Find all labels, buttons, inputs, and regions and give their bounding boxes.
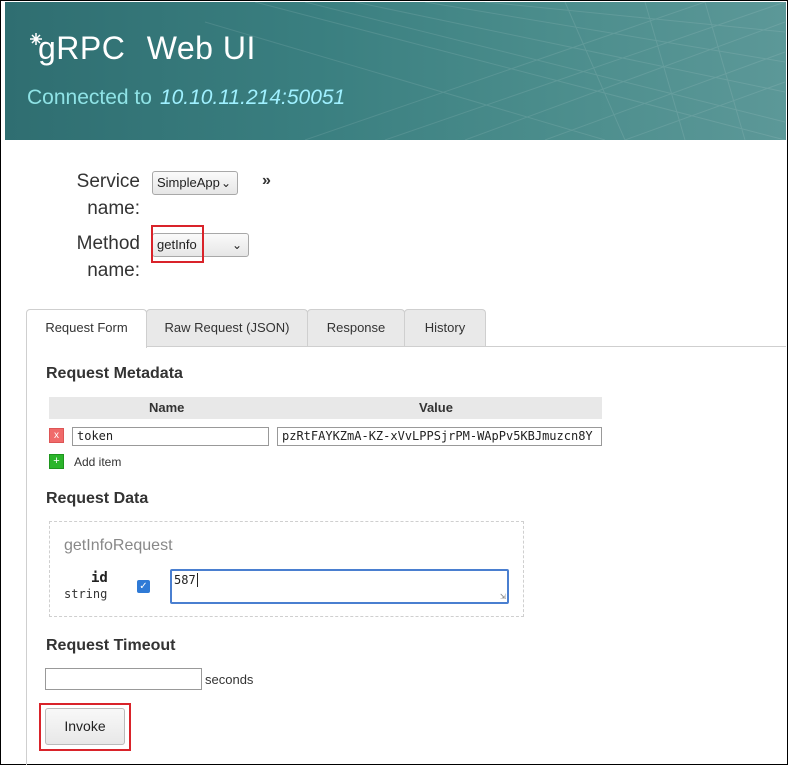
field-include-checkbox[interactable]: ✓ [137, 580, 150, 593]
app-title: gRPC Web UI [38, 30, 256, 67]
service-selected-value: SimpleApp [157, 175, 220, 190]
field-type: string [64, 587, 108, 601]
service-label-line1: Service [76, 171, 140, 192]
tab-response[interactable]: Response [307, 309, 405, 347]
field-name: id [91, 570, 108, 586]
metadata-col-name: Name [149, 400, 185, 415]
request-data-title: Request Data [46, 490, 149, 507]
id-value-text: 587 [174, 573, 196, 587]
header-mesh-pattern [204, 2, 786, 140]
message-name: getInfoRequest [64, 537, 173, 554]
app-header: gRPC Web UI Connected to 10.10.11.214:500… [5, 2, 786, 140]
method-label-line1: Method [76, 233, 140, 254]
delete-row-button[interactable]: x [49, 428, 64, 443]
chevron-down-icon: ⌄ [220, 176, 231, 190]
id-value-textarea[interactable]: 587 ⇲ [170, 569, 509, 604]
tab-raw-request[interactable]: Raw Request (JSON) [146, 309, 308, 347]
connected-label: Connected to [27, 86, 152, 109]
timeout-unit: seconds [205, 672, 254, 687]
add-item-label[interactable]: Add item [74, 455, 121, 469]
text-caret [196, 573, 198, 587]
metadata-col-value: Value [419, 400, 453, 415]
app-title-prefix: gRPC [38, 30, 126, 66]
metadata-table-header: Name Value [49, 397, 602, 419]
tab-divider [146, 346, 786, 347]
metadata-value-text: pzRtFAYKZmA-KZ-xVvLPPSjrPM-WApPv5KBJmuzc… [282, 429, 593, 443]
tab-request-form[interactable]: Request Form [26, 309, 147, 348]
metadata-title: Request Metadata [46, 365, 183, 382]
resize-grip-icon[interactable]: ⇲ [500, 591, 506, 602]
metadata-value-input[interactable]: pzRtFAYKZmA-KZ-xVvLPPSjrPM-WApPv5KBJmuzc… [277, 427, 602, 446]
service-label-line2: name: [87, 198, 140, 219]
connection-status: Connected to 10.10.11.214:50051 [27, 86, 345, 110]
method-highlight-box [151, 225, 204, 263]
service-label: Service name: [70, 168, 140, 222]
method-label: Method name: [70, 230, 140, 284]
chevron-down-icon: ⌄ [231, 238, 242, 252]
tab-history[interactable]: History [404, 309, 486, 347]
add-item-button[interactable]: + [49, 454, 64, 469]
timeout-title: Request Timeout [46, 637, 176, 654]
timeout-input[interactable] [45, 668, 202, 690]
app-title-suffix: Web UI [146, 30, 256, 66]
metadata-name-input[interactable]: token [72, 427, 269, 446]
service-select[interactable]: SimpleApp ⌄ [152, 171, 238, 195]
invoke-highlight-box [39, 703, 131, 751]
method-label-line2: name: [87, 260, 140, 281]
panel-border [26, 346, 27, 765]
expand-arrows-button[interactable]: » [262, 172, 271, 190]
server-address: 10.10.11.214:50051 [159, 86, 346, 109]
